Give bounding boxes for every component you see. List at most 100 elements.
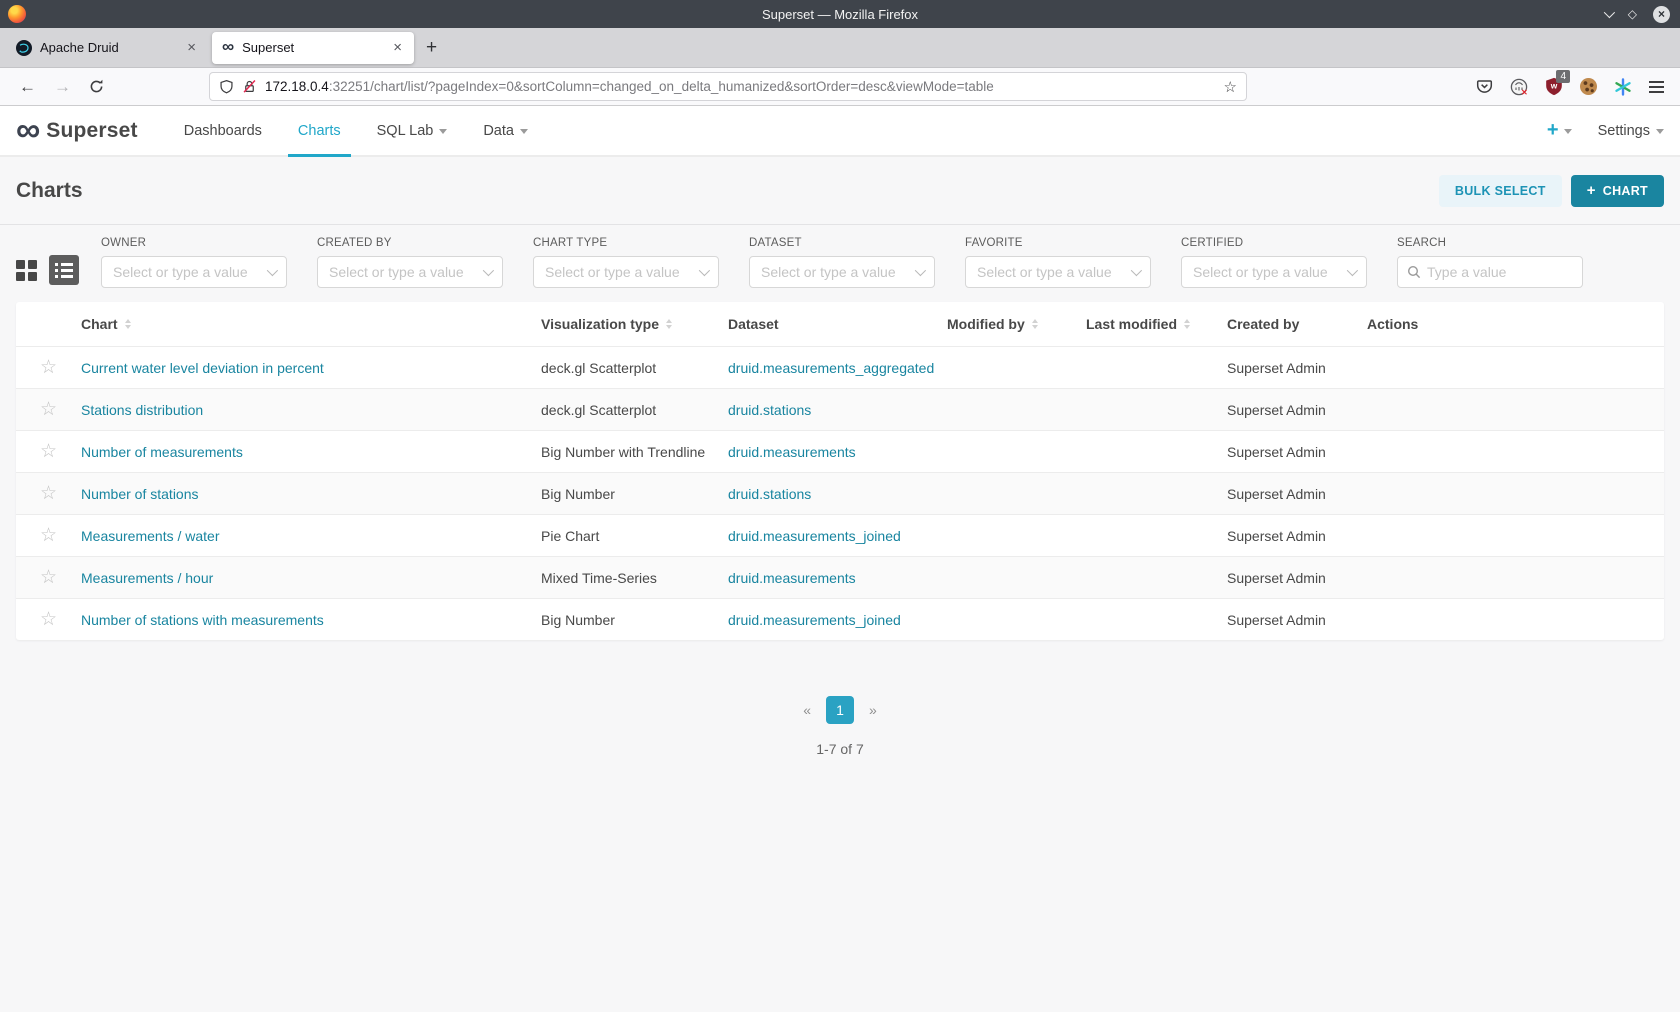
dataset-link[interactable]: druid.measurements <box>728 570 856 586</box>
page-title: Charts <box>16 178 83 202</box>
created-by-select[interactable]: Select or type a value <box>317 256 503 288</box>
viz-type-cell: Mixed Time-Series <box>541 569 657 586</box>
window-close-icon[interactable]: × <box>1653 5 1670 23</box>
dataset-link[interactable]: druid.measurements <box>728 444 856 460</box>
add-chart-label: CHART <box>1602 183 1648 198</box>
nav-item-label: SQL Lab <box>376 122 434 139</box>
column-header-actions: Actions <box>1367 316 1664 332</box>
bulk-select-button[interactable]: BULK SELECT <box>1438 174 1562 207</box>
created-by-cell: Superset Admin <box>1227 485 1326 502</box>
pagination: « 1 » <box>0 696 1680 724</box>
chevron-down-icon <box>1130 264 1143 277</box>
adblock-extension-button[interactable]: w 4 <box>1545 70 1570 96</box>
menu-button[interactable] <box>1649 80 1664 93</box>
chart-link[interactable]: Measurements / water <box>81 528 220 544</box>
new-tab-button[interactable]: + <box>426 37 437 59</box>
select-placeholder: Select or type a value <box>1193 264 1328 280</box>
favorite-star-icon[interactable]: ☆ <box>40 400 57 419</box>
tab-close-icon[interactable]: × <box>391 39 404 56</box>
chart-link[interactable]: Number of stations <box>81 486 199 502</box>
filter-bar: OWNER Select or type a value CREATED BY … <box>0 225 1680 302</box>
chevron-down-icon <box>1656 129 1664 134</box>
chevron-down-icon <box>519 129 528 134</box>
superset-logo[interactable]: ∞ Superset <box>16 106 138 155</box>
table-row: ☆ Number of stations with measurements B… <box>16 598 1664 640</box>
viz-type-cell: deck.gl Scatterplot <box>541 401 657 418</box>
cookie-extension-icon[interactable] <box>1580 78 1597 95</box>
superset-favicon: ∞ <box>222 37 235 57</box>
favorite-star-icon[interactable]: ☆ <box>40 442 57 461</box>
filter-chart-type: CHART TYPE Select or type a value <box>533 237 719 288</box>
chart-link[interactable]: Stations distribution <box>81 402 203 418</box>
filter-label: CREATED BY <box>317 237 392 249</box>
mask-extension-icon: ✕ <box>1510 78 1528 96</box>
column-header-last-modified[interactable]: Last modified <box>1086 316 1227 332</box>
column-header-visualization-type[interactable]: Visualization type <box>541 316 728 332</box>
pocket-icon[interactable] <box>1476 78 1493 95</box>
owner-select[interactable]: Select or type a value <box>101 256 287 288</box>
created-by-cell: Superset Admin <box>1227 443 1326 460</box>
chart-link[interactable]: Measurements / hour <box>81 570 213 586</box>
window-maximize-icon[interactable]: ◇ <box>1628 8 1637 20</box>
favorite-star-icon[interactable]: ☆ <box>40 358 57 377</box>
viz-type-cell: Pie Chart <box>541 527 600 544</box>
add-chart-button[interactable]: + CHART <box>1570 174 1664 207</box>
filter-label: SEARCH <box>1397 237 1447 249</box>
sort-icon <box>666 319 672 329</box>
favorite-star-icon[interactable]: ☆ <box>40 526 57 545</box>
column-header-created-by: Created by <box>1227 316 1367 332</box>
plus-icon: + <box>1546 119 1559 141</box>
settings-menu-button[interactable]: Settings <box>1598 123 1664 139</box>
column-header-chart[interactable]: Chart <box>81 316 541 332</box>
tab-superset[interactable]: ∞ Superset × <box>212 31 414 64</box>
asterisk-extension-icon[interactable] <box>1614 77 1632 96</box>
nav-item-data[interactable]: Data <box>465 106 546 155</box>
new-item-menu-button[interactable]: + <box>1547 119 1572 142</box>
card-view-button[interactable] <box>16 259 37 281</box>
back-button[interactable]: ← <box>10 77 45 97</box>
reload-button[interactable] <box>80 79 113 94</box>
list-view-button[interactable] <box>49 255 79 285</box>
dataset-link[interactable]: druid.stations <box>728 402 811 418</box>
favorite-star-icon[interactable]: ☆ <box>40 568 57 587</box>
window-minimize-icon[interactable] <box>1603 6 1615 19</box>
certified-select[interactable]: Select or type a value <box>1181 256 1367 288</box>
forward-button[interactable]: → <box>45 77 80 97</box>
favorite-select[interactable]: Select or type a value <box>965 256 1151 288</box>
dataset-link[interactable]: druid.stations <box>728 486 811 502</box>
url-bar[interactable]: 172.18.0.4:32251/chart/list/?pageIndex=0… <box>209 72 1247 101</box>
favorite-star-icon[interactable]: ☆ <box>40 484 57 503</box>
prev-page-button[interactable]: « <box>797 702 817 718</box>
chart-type-select[interactable]: Select or type a value <box>533 256 719 288</box>
chevron-down-icon <box>266 264 279 277</box>
tab-apache-druid[interactable]: Apache Druid × <box>6 32 208 64</box>
favorite-star-icon[interactable]: ☆ <box>40 610 57 629</box>
dataset-link[interactable]: druid.measurements_aggregated <box>728 360 934 376</box>
next-page-button[interactable]: » <box>863 702 883 718</box>
dataset-select[interactable]: Select or type a value <box>749 256 935 288</box>
tab-close-icon[interactable]: × <box>185 39 198 56</box>
column-label: Last modified <box>1086 316 1178 332</box>
search-input[interactable] <box>1427 264 1573 280</box>
bookmark-star-icon[interactable]: ☆ <box>1224 78 1237 96</box>
viz-type-cell: deck.gl Scatterplot <box>541 359 657 376</box>
column-header-modified-by[interactable]: Modified by <box>947 316 1086 332</box>
filter-label: FAVORITE <box>965 237 1023 249</box>
chevron-down-icon <box>914 264 927 277</box>
select-placeholder: Select or type a value <box>545 264 680 280</box>
select-placeholder: Select or type a value <box>977 264 1112 280</box>
select-placeholder: Select or type a value <box>113 264 248 280</box>
dataset-link[interactable]: druid.measurements_joined <box>728 528 901 544</box>
insecure-lock-icon[interactable] <box>242 79 257 94</box>
chart-link[interactable]: Number of stations with measurements <box>81 612 324 628</box>
current-page-button[interactable]: 1 <box>826 696 854 724</box>
nav-item-sql-lab[interactable]: SQL Lab <box>359 106 466 155</box>
nav-item-charts[interactable]: Charts <box>280 106 359 157</box>
nav-item-dashboards[interactable]: Dashboards <box>166 106 280 155</box>
tracking-shield-icon[interactable] <box>219 79 234 95</box>
chart-link[interactable]: Current water level deviation in percent <box>81 360 324 376</box>
filter-certified: CERTIFIED Select or type a value <box>1181 237 1367 288</box>
privacy-extension-button[interactable]: ✕ <box>1510 78 1528 96</box>
chart-link[interactable]: Number of measurements <box>81 444 243 460</box>
dataset-link[interactable]: druid.measurements_joined <box>728 612 901 628</box>
